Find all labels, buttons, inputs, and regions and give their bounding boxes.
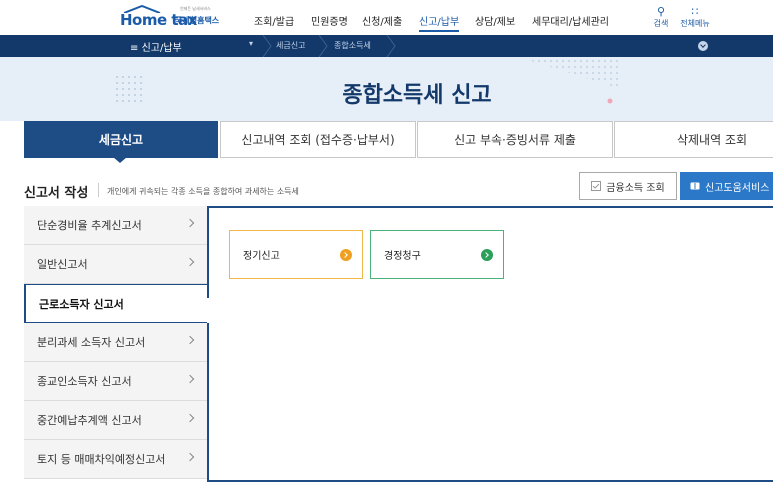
menu-certificate[interactable]: 민원증명 [311, 13, 348, 28]
page-title: 종합소득세 신고 [342, 83, 492, 108]
breadcrumb-current-menu[interactable]: ≡ 신고/납부 [130, 39, 182, 54]
sidebar-item-land-trading[interactable]: 토지 등 매매차익예정신고서 [24, 440, 208, 479]
tab-tax-filing[interactable]: 세금신고 [24, 121, 218, 158]
sidebar-item-label: 중간예납추계액 신고서 [37, 414, 142, 427]
section-title: 신고서 작성 [24, 186, 89, 201]
grid-icon: ∷ [691, 5, 699, 18]
search-icon: ⚲ [656, 5, 666, 18]
sidebar-item-label: 토지 등 매매차익예정신고서 [37, 453, 166, 466]
logo-subtitle: 국세청홈택스 [175, 16, 220, 25]
section-divider [98, 183, 99, 197]
financial-income-inquiry-button[interactable]: 금융소득 조회 [579, 172, 677, 200]
filing-help-service-button[interactable]: 신고도움서비스 [680, 172, 773, 200]
chevron-right-icon [185, 374, 195, 384]
sidebar-item-label: 단순경비율 추계신고서 [37, 219, 142, 232]
sidebar-item-label: 근로소득자 신고서 [39, 297, 124, 311]
sidebar-item-earned-income[interactable]: 근로소득자 신고서 [24, 284, 208, 323]
section-description: 개인에게 귀속되는 각종 소득을 종합하여 과세하는 소득세 [107, 187, 299, 196]
menu-inquiry[interactable]: 조회/발급 [254, 13, 294, 28]
filing-type-sidebar: 단순경비율 추계신고서 일반신고서 근로소득자 신고서 분리과세 소득자 신고서… [24, 206, 208, 479]
breadcrumb-item-tax-filing[interactable]: 세금신고 [276, 40, 305, 51]
search-label: 검색 [653, 19, 669, 28]
arrow-right-circle-icon [340, 249, 352, 261]
breadcrumb: ≡ 신고/납부 ▾ 세금신고 종합소득세 [0, 35, 773, 57]
sidebar-item-religious-income[interactable]: 종교인소득자 신고서 [24, 362, 208, 401]
arrow-right-circle-icon [481, 249, 493, 261]
regular-filing-card[interactable]: 정기신고 [229, 230, 363, 279]
tab-deletion-history[interactable]: 삭제내역 조회 [614, 121, 773, 158]
panel-border [207, 323, 209, 482]
hometax-logo[interactable]: 언제든 납세서비스 Home tax 국세청홈택스 [120, 5, 235, 31]
regular-filing-label: 정기신고 [243, 251, 280, 262]
sidebar-item-general[interactable]: 일반신고서 [24, 245, 208, 284]
menu-consultation[interactable]: 상담/제보 [475, 13, 515, 28]
menu-application[interactable]: 신청/제출 [362, 13, 402, 28]
breadcrumb-item-income-tax[interactable]: 종합소득세 [334, 40, 371, 51]
top-navigation: 언제든 납세서비스 Home tax 국세청홈택스 조회/발급 민원증명 신청/… [0, 0, 773, 35]
menu-tax-agent[interactable]: 세무대리/납세관리 [532, 13, 609, 28]
chevron-right-icon [185, 218, 195, 228]
tab-filing-history[interactable]: 신고내역 조회 (접수증·납부서) [220, 121, 416, 158]
all-menu-button[interactable]: ∷ 전체메뉴 [678, 6, 712, 29]
chevron-right-icon [185, 335, 195, 345]
page-hero: 종합소득세 신고 [0, 57, 773, 121]
filing-help-service-label: 신고도움서비스 [705, 182, 770, 194]
sidebar-item-label: 분리과세 소득자 신고서 [37, 336, 146, 349]
all-menu-label: 전체메뉴 [680, 19, 710, 28]
sidebar-item-simple-expense[interactable]: 단순경비율 추계신고서 [24, 206, 208, 245]
breadcrumb-separator-icon [318, 35, 328, 57]
breadcrumb-separator-icon [262, 35, 272, 57]
dropdown-arrow-icon[interactable]: ▾ [249, 39, 253, 48]
chevron-right-icon [185, 413, 195, 423]
expand-circle-icon[interactable] [698, 41, 708, 51]
sidebar-item-separate-taxation[interactable]: 분리과세 소득자 신고서 [24, 323, 208, 362]
chevron-right-icon [185, 257, 195, 267]
tab-attachment-submit[interactable]: 신고 부속·증빙서류 제출 [417, 121, 613, 158]
breadcrumb-separator-icon [386, 35, 396, 57]
search-button[interactable]: ⚲ 검색 [644, 6, 678, 29]
chevron-right-icon [185, 452, 195, 462]
sidebar-item-interim-prepayment[interactable]: 중간예납추계액 신고서 [24, 401, 208, 440]
financial-income-inquiry-label: 금융소득 조회 [606, 182, 665, 194]
correction-claim-card[interactable]: 경정청구 [370, 230, 504, 279]
menu-filing-payment[interactable]: 신고/납부 [419, 13, 460, 32]
sidebar-item-label: 종교인소득자 신고서 [37, 375, 132, 388]
book-icon [690, 182, 700, 190]
breadcrumb-current-label: 신고/납부 [141, 43, 182, 54]
active-tab-indicator [113, 157, 127, 163]
sidebar-item-label: 일반신고서 [37, 258, 88, 271]
correction-claim-label: 경정청구 [384, 251, 421, 262]
panel-border [207, 206, 209, 298]
document-check-icon [591, 181, 602, 191]
